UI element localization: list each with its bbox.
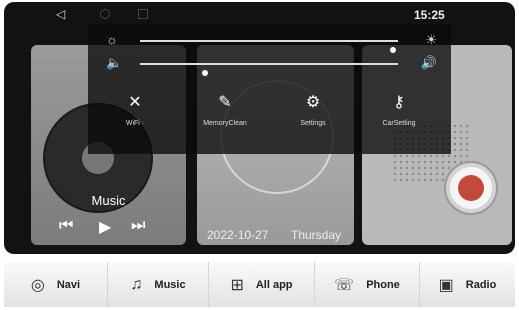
navigation-icon: ◎ [30,276,45,294]
date-label: 2022-10-27 [207,228,269,242]
music-controls: ⏮ ▶ ⏭ [59,217,159,241]
dock-music-label: Music [154,278,186,291]
brightness-low-icon: ☼ [106,32,118,47]
volume-slider[interactable]: 🔈 🔊 [98,53,443,78]
radio-icon: ▣ [438,276,454,294]
head-unit-display: ◁ 15:25 Music ⏮ ▶ ⏭ 2022-10-27 Thursday [4,2,515,254]
volume-high-icon: 🔊 [420,55,437,70]
car-launcher-screen: ◁ 15:25 Music ⏮ ▶ ⏭ 2022-10-27 Thursday [0,0,519,310]
weekday-label: Thursday [291,228,342,242]
next-track-icon[interactable]: ⏭ [131,217,145,235]
status-time: 15:25 [414,8,445,22]
settings-label: Settings [300,120,326,127]
settings-toggle[interactable]: ⚙ Settings [278,92,348,127]
car-key-icon: ⚷ [393,94,405,111]
brightness-high-icon: ☀ [425,32,437,47]
dock-phone-label: Phone [366,278,400,291]
dock-navi-label: Navi [56,278,81,291]
wifi-off-icon: ✕ [128,94,142,111]
brightness-track[interactable] [140,40,398,55]
dock-navi-button[interactable]: ◎ Navi [4,262,107,307]
dock-all-app-button[interactable]: ⊞ All app [208,262,314,307]
volume-low-icon: 🔈 [106,55,123,70]
memory-clean-toggle[interactable]: ✎ MemoryClean [190,92,260,127]
gear-icon: ⚙ [305,94,321,111]
dock-radio-button[interactable]: ▣ Radio [419,262,515,307]
brightness-slider[interactable]: ☼ ☀ [98,30,443,55]
dock-phone-button[interactable]: ☏ Phone [314,262,419,307]
memory-clean-label: MemoryClean [203,120,247,127]
recents-square-icon[interactable] [138,9,148,19]
dock-all-app-label: All app [255,278,293,291]
car-setting-toggle[interactable]: ⚷ CarSetting [364,92,434,127]
quick-settings-panel: ☼ ☀ 🔈 🔊 ✕ WiFi · ✎ MemoryClean ⚙ Setting… [88,24,451,154]
dock-music-button[interactable]: ♫ Music [107,262,208,307]
dock-bar: ◎ Navi ♫ Music ⊞ All app ☏ Phone ▣ Radio [4,262,515,307]
volume-thumb[interactable] [199,68,210,78]
grid-icon: ⊞ [230,276,244,294]
car-setting-label: CarSetting [382,120,416,127]
volume-track[interactable] [140,63,398,78]
dock-radio-label: Radio [465,278,497,291]
phone-icon: ☏ [334,276,355,294]
back-triangle-icon[interactable]: ◁ [56,7,65,21]
previous-track-icon[interactable]: ⏮ [59,217,73,235]
music-card-title: Music [91,193,126,208]
broom-icon: ✎ [218,94,232,111]
wifi-toggle[interactable]: ✕ WiFi · [100,92,170,127]
wifi-label: WiFi · [125,120,145,127]
home-circle-icon[interactable] [100,9,110,19]
tuning-knob [446,163,496,213]
music-note-icon: ♫ [130,275,143,293]
play-icon[interactable]: ▶ [99,217,111,237]
